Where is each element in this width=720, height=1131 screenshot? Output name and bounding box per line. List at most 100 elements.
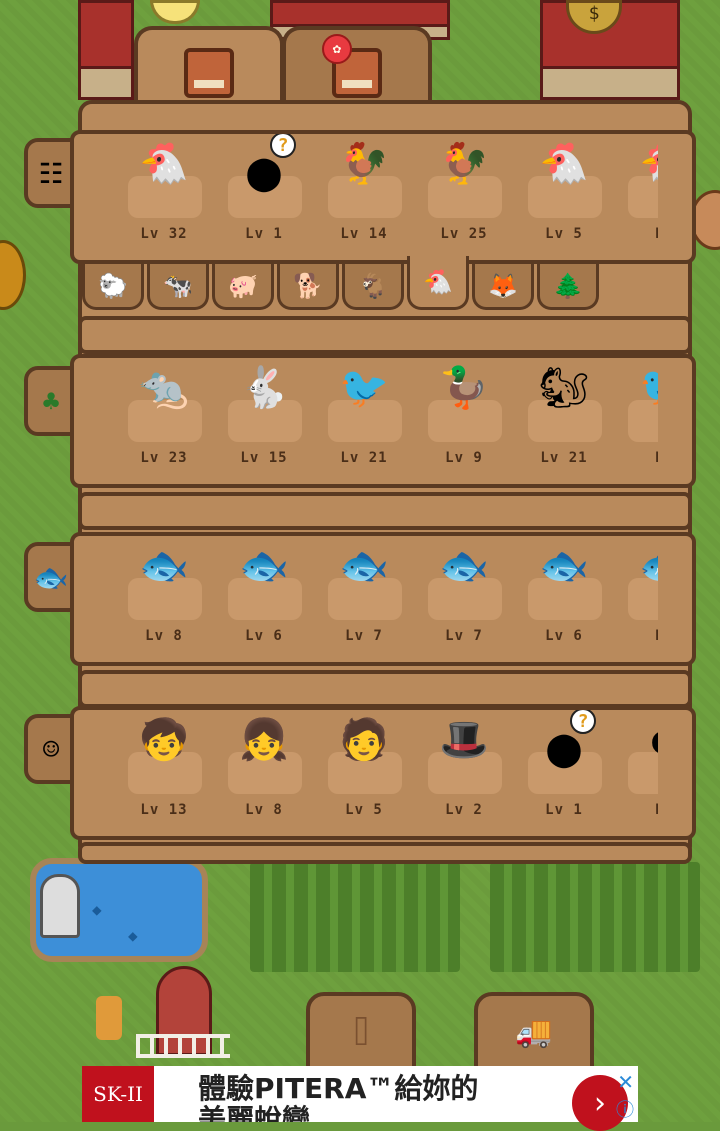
collection-slot-fish-5[interactable]: 🐟 Lv 6	[524, 536, 604, 662]
collection-slot-top-hat-man[interactable]: 🎩 Lv 2	[424, 710, 504, 836]
collection-slot-brown-chicken[interactable]: 🐓 Lv 14	[324, 134, 404, 260]
fish-3-icon: 🐟	[339, 543, 389, 589]
truck-button[interactable]: 🚚	[474, 992, 594, 1072]
crop-field-right	[490, 862, 700, 972]
category-tab-tree[interactable]: 🌲	[537, 264, 599, 310]
white-fence	[136, 1034, 230, 1058]
collection-slot-boy[interactable]: 🧒 Lv 13	[124, 710, 204, 836]
collection-slot-fish-1[interactable]: 🐟 Lv 8	[124, 536, 204, 662]
category-tab-dog[interactable]: 🐕	[277, 264, 339, 310]
partial-icon: 🐦	[639, 368, 658, 408]
fish-icon: 🐟	[33, 560, 69, 594]
sheep-icon: 🐑	[98, 271, 128, 300]
fish-icon: ◆	[92, 900, 102, 919]
close-icon[interactable]: ✕	[617, 1070, 634, 1094]
brown-chicken-icon: 🐓	[339, 141, 389, 187]
category-tab-pig[interactable]: 🐖	[212, 264, 274, 310]
level-label: Lv 15	[240, 450, 288, 466]
fish-icon: ◆	[128, 926, 138, 945]
level-label: Lv 9	[445, 450, 483, 466]
woodpecker-icon: 🐦	[339, 365, 389, 411]
collection-slot-fish-3[interactable]: 🐟 Lv 7	[324, 536, 404, 662]
level-label: Lv 1	[545, 802, 583, 818]
opossum-icon: 🐀	[139, 365, 189, 411]
level-label: Lv	[624, 450, 658, 466]
category-strip: 🐑 🐄 🐖 🐕 🐐 🐔 🦊 🌲	[78, 256, 692, 312]
collection-slot-squirrel[interactable]: 🐿 Lv 21	[524, 358, 604, 484]
level-label: Lv 21	[540, 450, 588, 466]
collection-slot-opossum[interactable]: 🐀 Lv 23	[124, 358, 204, 484]
level-label: Lv 25	[440, 226, 488, 242]
collection-slot-duck[interactable]: 🦆 Lv 9	[424, 358, 504, 484]
collection-row-farm[interactable]: 🐔Lv 32●?Lv 1 🐓 Lv 14 🐓Lv 25🐔Lv 5 🐔Lv	[70, 130, 696, 264]
ad-headline: 體驗PITERA™給妳的	[198, 1072, 479, 1105]
info-icon[interactable]: ⓘ	[616, 1096, 634, 1122]
collection-slot-unknown[interactable]: ●? Lv 1	[524, 710, 604, 836]
fence-icon: ☷	[38, 156, 64, 190]
category-tab-fox[interactable]: 🦊	[472, 264, 534, 310]
level-label: Lv 13	[140, 802, 188, 818]
pig-icon: 🐖	[228, 271, 258, 300]
dog-icon: 🐕	[293, 271, 323, 300]
row-items: 🐔Lv 32●?Lv 1 🐓 Lv 14 🐓Lv 25🐔Lv 5 🐔Lv	[124, 134, 658, 260]
collection-slot-chicken[interactable]: 🐔 Lv 32	[124, 134, 204, 260]
collection-row-fish[interactable]: 🐟 Lv 8 🐟 Lv 6 🐟 Lv 7 🐟 Lv 7 🐟 Lv 6 🐟 Lv	[70, 532, 696, 666]
collection-slot-rabbit[interactable]: 🐇 Lv 15	[224, 358, 304, 484]
row-items: 🐀 Lv 23 🐇 Lv 15 🐦 Lv 21 🦆 Lv 9 🐿 Lv 21 🐦 Lv	[124, 358, 658, 484]
category-tab-chicken[interactable]: 🐔	[407, 256, 469, 310]
book-icon	[184, 48, 234, 98]
partial-icon: 🐟	[639, 546, 658, 586]
farmer[interactable]	[96, 996, 122, 1040]
camera-button[interactable]: ⌷	[306, 992, 416, 1072]
camera-icon: ⌷	[351, 1014, 371, 1050]
collection-slot-fish-2[interactable]: 🐟 Lv 6	[224, 536, 304, 662]
collection-slot-fish-4[interactable]: 🐟 Lv 7	[424, 536, 504, 662]
collection-slot-hen[interactable]: 🐔 Lv 5	[524, 134, 604, 260]
fish-pond[interactable]: ◆ ◆	[30, 858, 208, 962]
category-tab-goat[interactable]: 🐐	[342, 264, 404, 310]
collection-slot-woodpecker[interactable]: 🐦 Lv 21	[324, 358, 404, 484]
fisherman	[40, 874, 80, 938]
collection-row-people[interactable]: 🧒 Lv 13 👧Lv 8🧑Lv 5🎩Lv 2●?Lv 1 ● Lv	[70, 706, 696, 840]
fish-2-icon: 🐟	[239, 543, 289, 589]
bush-icon: ♣	[42, 384, 60, 418]
level-label: Lv 6	[245, 628, 283, 644]
level-label: Lv 6	[545, 628, 583, 644]
row-divider	[78, 492, 692, 530]
orange-hair-icon: 🧑	[339, 717, 389, 763]
collection-slot-partial[interactable]: ● Lv	[624, 710, 658, 836]
category-tab-sheep[interactable]: 🐑	[82, 264, 144, 310]
goat-icon: 🐐	[358, 271, 388, 300]
panel-footer	[78, 842, 692, 864]
ad-banner[interactable]: SK-II 體驗PITERA™給妳的 美麗蛻變 › ✕ ⓘ	[82, 1066, 638, 1131]
collection-slot-orange-hair[interactable]: 🧑 Lv 5	[324, 710, 404, 836]
cow-icon: 🐄	[163, 271, 193, 300]
category-tab-cow[interactable]: 🐄	[147, 264, 209, 310]
duck-icon: 🦆	[439, 365, 489, 411]
collection-slot-blonde-girl[interactable]: 👧 Lv 8	[224, 710, 304, 836]
level-label: Lv 2	[445, 802, 483, 818]
boy-icon: 🧒	[139, 717, 189, 763]
collection-slot-black-chicken[interactable]: 🐓 Lv 25	[424, 134, 504, 260]
level-label: Lv 7	[445, 628, 483, 644]
level-label: Lv 7	[345, 628, 383, 644]
collection-slot-partial[interactable]: 🐟 Lv	[624, 536, 658, 662]
level-label: Lv 14	[340, 226, 388, 242]
level-label: Lv 23	[140, 450, 188, 466]
fox-icon: 🦊	[488, 271, 518, 300]
crop-field-left	[250, 862, 460, 972]
collection-row-wild[interactable]: 🐀 Lv 23 🐇 Lv 15 🐦 Lv 21 🦆 Lv 9 🐿 Lv 21 🐦 Lv	[70, 354, 696, 488]
level-label: Lv	[624, 802, 658, 818]
collection-slot-unknown[interactable]: ●? Lv 1	[224, 134, 304, 260]
barn-left	[78, 0, 134, 100]
squirrel-icon: 🐿	[538, 365, 590, 411]
row-items: 🧒 Lv 13 👧Lv 8🧑Lv 5🎩Lv 2●?Lv 1 ● Lv	[124, 710, 658, 836]
partial-icon: ●	[652, 720, 658, 760]
level-label: Lv 21	[340, 450, 388, 466]
tree-icon: 🌲	[553, 271, 583, 300]
collection-slot-partial[interactable]: 🐔 Lv	[624, 134, 658, 260]
level-label: Lv 32	[140, 226, 188, 242]
row-items: 🐟 Lv 8 🐟 Lv 6 🐟 Lv 7 🐟 Lv 7 🐟 Lv 6 🐟 Lv	[124, 536, 658, 662]
row-divider	[78, 316, 692, 354]
collection-slot-partial[interactable]: 🐦 Lv	[624, 358, 658, 484]
